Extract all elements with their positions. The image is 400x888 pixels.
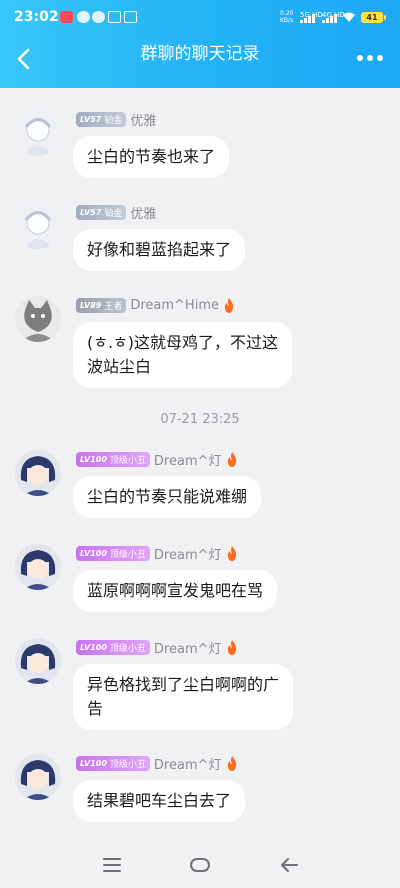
app-notification-icon [60, 11, 73, 23]
message-timestamp: 07-21 23:25 [160, 412, 240, 427]
sender-nickname: Dream^灯 [153, 453, 222, 469]
message-bubble[interactable]: 尘白的节奏也来了 [73, 136, 230, 178]
avatar[interactable] [15, 450, 61, 496]
sender-meta: LV100 顶级小丑 Dream^灯 [76, 638, 238, 657]
search-notification-icon [124, 11, 137, 23]
sender-nickname: 优雅 [130, 206, 157, 222]
page-title: 群聊的聊天记录 [140, 44, 260, 64]
message-bubble[interactable]: (ㅎ.ㅎ)这就母鸡了，不过这 波站尘白 [73, 322, 293, 388]
message-bubble[interactable]: 异色格找到了尘白啊啊的广 告 [73, 664, 294, 730]
battery-icon: 41 [361, 12, 386, 23]
message-bubble[interactable]: 好像和碧蓝掐起来了 [73, 229, 246, 271]
home-icon[interactable] [189, 855, 211, 875]
avatar[interactable] [15, 110, 61, 156]
avatar[interactable] [15, 203, 61, 249]
avatar[interactable] [15, 754, 61, 800]
message-bubble[interactable]: 尘白的节奏只能说难绷 [73, 476, 262, 518]
sender-nickname: 优雅 [130, 113, 157, 129]
sender-nickname: Dream^灯 [153, 641, 222, 657]
flame-icon [227, 545, 236, 561]
sender-meta: LV100 顶级小丑 Dream^灯 [76, 544, 238, 563]
flame-icon [227, 755, 236, 771]
status-bar: 23:02 0.20 KB/s 5G HD 4G HD 41 [0, 0, 400, 34]
more-options-icon[interactable] [356, 52, 384, 64]
sender-nickname: Dream^Hime [130, 297, 219, 313]
clock: 23:02 [14, 9, 59, 25]
level-badge: LV100 顶级小丑 [76, 451, 150, 467]
back-arrow-icon[interactable] [279, 855, 299, 875]
avatar[interactable] [15, 544, 61, 590]
chat-notification-icon [92, 11, 105, 23]
wechat-notification-icon [77, 11, 90, 23]
flame-icon [227, 451, 236, 467]
network-speed: 0.20 KB/s [280, 10, 294, 24]
message-bubble[interactable]: 蓝原啊啊啊宣发鬼吧在骂 [73, 570, 278, 612]
avatar[interactable] [15, 638, 61, 684]
sender-nickname: Dream^灯 [153, 547, 222, 563]
signal-icon-2 [322, 13, 338, 23]
signal-icon [300, 13, 316, 23]
sender-meta: LV57 铂金 优雅 [76, 203, 157, 222]
nfc-icon [108, 11, 121, 23]
level-badge: LV57 铂金 [76, 111, 127, 127]
level-badge: LV89 王者 [76, 297, 127, 313]
flame-icon [227, 639, 236, 655]
level-badge: LV100 顶级小丑 [76, 639, 150, 655]
sender-meta: LV57 铂金 优雅 [76, 110, 157, 129]
sender-meta: LV89 王者 Dream^Hime [76, 296, 235, 314]
level-badge: LV100 顶级小丑 [76, 545, 150, 561]
flame-icon [224, 297, 234, 313]
message-bubble[interactable]: 结果碧吧车尘白去了 [73, 780, 246, 822]
level-badge: LV100 顶级小丑 [76, 755, 150, 771]
app-header: 23:02 0.20 KB/s 5G HD 4G HD 41 群聊的聊天记录 [0, 0, 400, 88]
level-badge: LV57 铂金 [76, 204, 127, 220]
system-nav-bar [0, 840, 400, 888]
sender-meta: LV100 顶级小丑 Dream^灯 [76, 754, 238, 773]
sender-meta: LV100 顶级小丑 Dream^灯 [76, 450, 238, 469]
avatar[interactable] [15, 296, 61, 342]
wifi-icon [343, 12, 355, 22]
menu-icon[interactable] [102, 855, 122, 875]
sender-nickname: Dream^灯 [153, 757, 222, 773]
